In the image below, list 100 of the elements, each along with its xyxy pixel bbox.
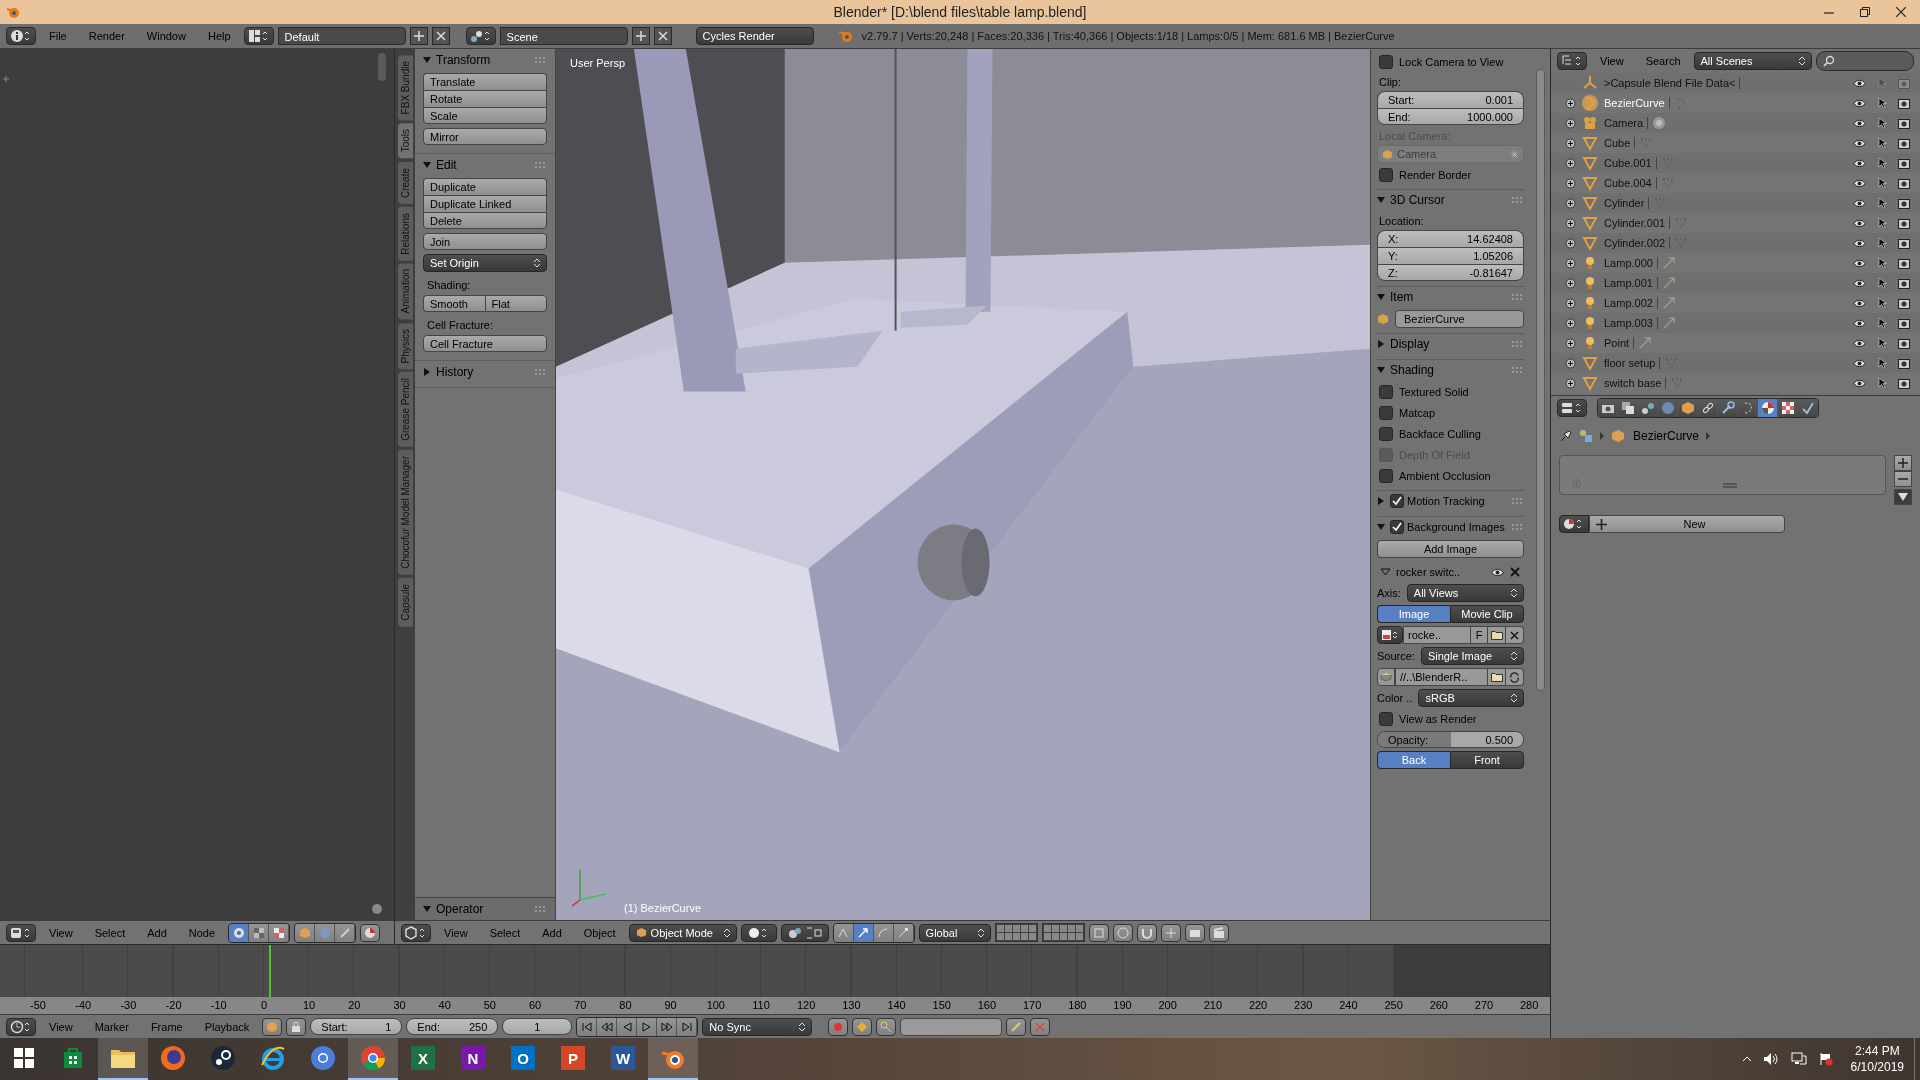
eye-icon[interactable]: [1853, 78, 1866, 88]
object-name[interactable]: Cube: [1602, 137, 1636, 149]
cursor-icon[interactable]: [1878, 217, 1888, 229]
expand-icon[interactable]: [1565, 357, 1576, 369]
taskbar-button[interactable]: O: [498, 1038, 548, 1080]
checkbox[interactable]: [1379, 168, 1393, 182]
jump-start-icon[interactable]: [577, 1017, 598, 1036]
material-tab[interactable]: [1758, 398, 1778, 417]
disclosure-triangle-icon[interactable]: [1377, 293, 1385, 301]
cursor-icon[interactable]: [1878, 157, 1888, 169]
insert-key-icon[interactable]: [1006, 1017, 1027, 1036]
disclosure-triangle-icon[interactable]: [423, 368, 431, 376]
checkbox[interactable]: [1379, 712, 1393, 726]
cursor-icon[interactable]: [1878, 137, 1888, 149]
drag-handle-icon[interactable]: [1512, 524, 1524, 530]
menu-item[interactable]: View: [435, 926, 477, 939]
constraints-tab[interactable]: [1698, 398, 1718, 417]
eye-icon[interactable]: [1853, 278, 1866, 288]
modifiers-tab[interactable]: [1718, 398, 1738, 417]
expand-icon[interactable]: [1565, 177, 1576, 189]
cursor-icon[interactable]: [1878, 377, 1888, 389]
scale-icon[interactable]: [893, 923, 914, 942]
pivot-dropdown[interactable]: [780, 923, 829, 942]
jump-end-icon[interactable]: [677, 1017, 698, 1036]
clock-time[interactable]: 2:44 PM: [1854, 1043, 1900, 1059]
expand-icon[interactable]: [1565, 297, 1576, 309]
drag-handle-icon[interactable]: [535, 369, 547, 375]
number-field[interactable]: Start: 0.001: [1377, 91, 1524, 108]
close-icon[interactable]: [653, 27, 672, 45]
cube-icon[interactable]: [295, 923, 316, 942]
render-engine-dropdown[interactable]: Cycles Render: [695, 27, 814, 45]
render-camera-icon[interactable]: [1898, 357, 1910, 369]
menu-item[interactable]: Select: [85, 926, 135, 939]
tool-tab[interactable]: Create: [397, 161, 413, 204]
checkbox[interactable]: [1390, 494, 1404, 508]
tool-button[interactable]: Flat: [484, 295, 547, 312]
eye-icon[interactable]: [1491, 567, 1504, 577]
tool-button[interactable]: Delete: [423, 212, 547, 229]
cursor-icon[interactable]: [1878, 257, 1888, 269]
expand-icon[interactable]: [1565, 197, 1576, 209]
clock-date[interactable]: 6/10/2019: [1850, 1059, 1904, 1075]
cursor-icon[interactable]: [1878, 357, 1888, 369]
layer-grid[interactable]: [1041, 923, 1085, 942]
tool-tab[interactable]: Tools: [397, 123, 413, 159]
keying-set-field[interactable]: [900, 1017, 1003, 1036]
object-name[interactable]: Camera: [1602, 117, 1649, 129]
object-name[interactable]: Lamp.002: [1602, 297, 1658, 309]
info-icon[interactable]: [6, 27, 36, 45]
tool-tab[interactable]: FBX Bundle: [397, 55, 413, 121]
cursor-icon[interactable]: [1878, 297, 1888, 309]
start-frame-field[interactable]: Start: 1: [310, 1018, 403, 1035]
taskbar-button[interactable]: X: [398, 1038, 448, 1080]
disclosure-triangle-icon[interactable]: [1377, 340, 1385, 348]
restore-icon[interactable]: [1860, 7, 1870, 17]
tool-button[interactable]: Rotate: [423, 90, 547, 107]
expand-icon[interactable]: [1565, 137, 1576, 149]
panel-header[interactable]: Shading: [1377, 363, 1435, 377]
folder-icon[interactable]: [1488, 626, 1506, 644]
object-name[interactable]: floor setup: [1602, 357, 1661, 369]
disclosure-triangle-icon[interactable]: [1377, 196, 1385, 204]
caret-up-icon[interactable]: [1742, 1056, 1751, 1062]
object-name[interactable]: Lamp.000: [1602, 257, 1658, 269]
tool-button[interactable]: Duplicate Linked: [423, 195, 547, 212]
texture-tab[interactable]: [1778, 398, 1798, 417]
play-reverse-icon[interactable]: [617, 1017, 638, 1036]
tool-button[interactable]: Duplicate: [423, 178, 547, 195]
object-name[interactable]: Cylinder.002: [1602, 237, 1671, 249]
dropdown[interactable]: sRGB: [1418, 689, 1524, 707]
disclosure-triangle-icon[interactable]: [423, 905, 431, 913]
add-slot-icon[interactable]: [1894, 455, 1912, 471]
layer-lock-icon[interactable]: [1088, 923, 1109, 942]
menu-item[interactable]: Search: [1636, 55, 1690, 67]
eye-icon[interactable]: [1853, 178, 1866, 188]
proportional-icon[interactable]: [1112, 923, 1133, 942]
properties-icon[interactable]: [1557, 398, 1587, 417]
scrollbar[interactable]: [1535, 69, 1545, 691]
shader-icon[interactable]: [229, 923, 250, 942]
outliner-icon[interactable]: [1557, 52, 1587, 70]
render-camera-icon[interactable]: [1898, 337, 1910, 349]
layout-icon[interactable]: [243, 27, 274, 45]
key-icon[interactable]: [876, 1017, 897, 1036]
scene-field[interactable]: Scene: [499, 27, 628, 45]
object-name[interactable]: Point: [1602, 337, 1635, 349]
physics-tab[interactable]: [1798, 398, 1818, 417]
file-path-field[interactable]: //..\BlenderR..: [1395, 668, 1488, 686]
render-camera-icon[interactable]: [1898, 277, 1910, 289]
menu-item[interactable]: Render: [79, 30, 134, 42]
scene-tab[interactable]: [1638, 398, 1658, 417]
render-camera-icon[interactable]: [1898, 377, 1910, 389]
eye-icon[interactable]: [1853, 338, 1866, 348]
close-icon[interactable]: [1896, 7, 1906, 17]
render-camera-icon[interactable]: [1898, 137, 1910, 149]
render-camera-icon[interactable]: [1898, 237, 1910, 249]
render-camera-icon[interactable]: [1898, 177, 1910, 189]
lock-icon[interactable]: [286, 1017, 307, 1036]
menu-item[interactable]: Help: [198, 30, 240, 42]
render-camera-icon[interactable]: [1898, 157, 1910, 169]
render-icon[interactable]: [1184, 923, 1205, 942]
eye-icon[interactable]: [1853, 318, 1866, 328]
drag-handle-icon[interactable]: [535, 57, 547, 63]
